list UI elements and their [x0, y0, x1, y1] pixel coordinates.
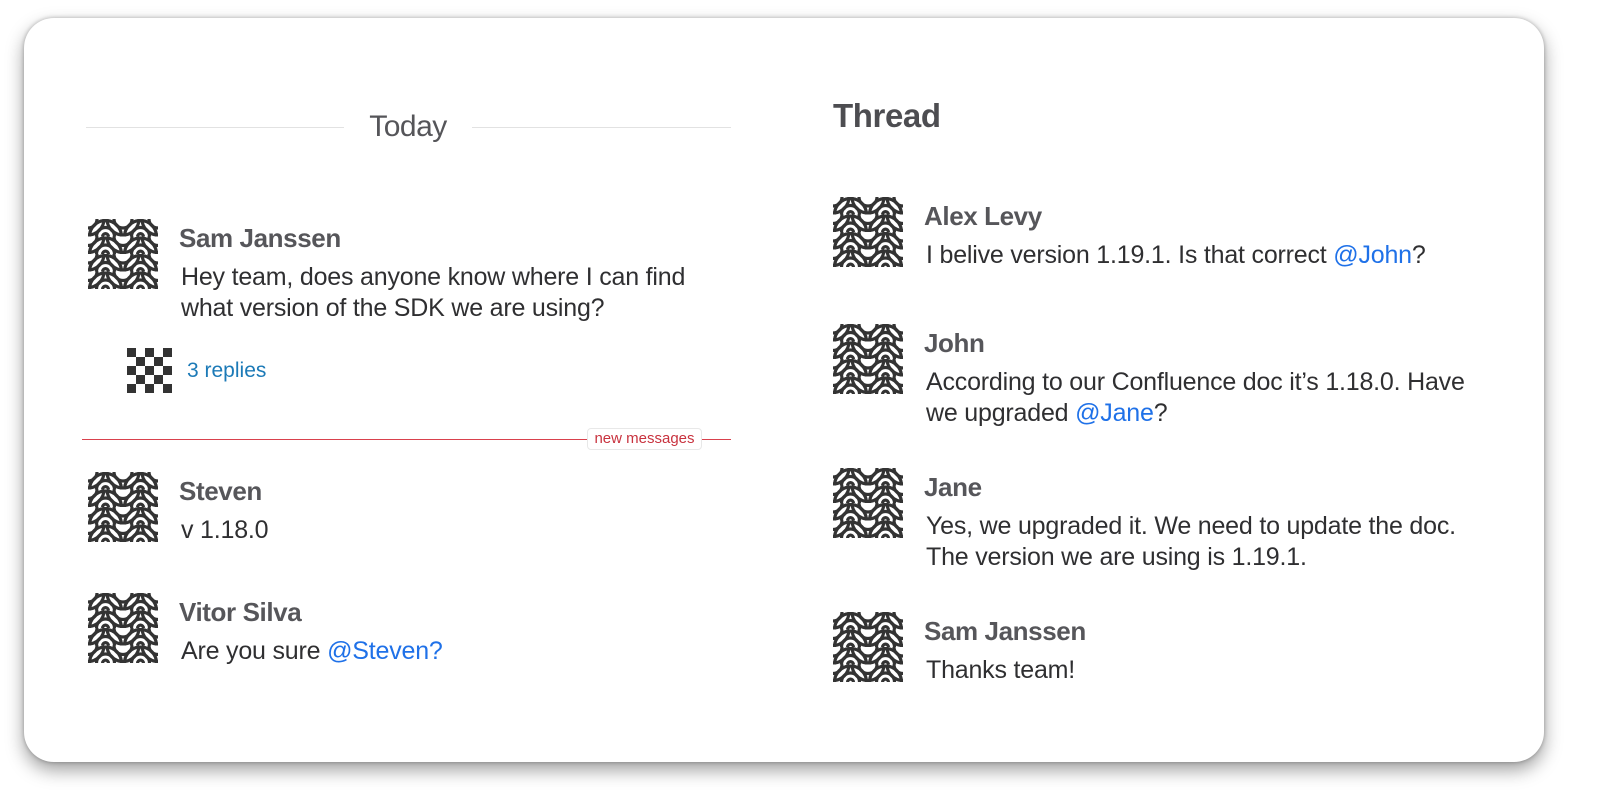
avatar[interactable]: [833, 324, 903, 394]
thread-message-sam-janssen: Sam Janssen Thanks team!: [833, 612, 1513, 692]
replies-link[interactable]: 3 replies: [187, 359, 266, 383]
message-text-line: Yes, we upgraded it. We need to update t…: [926, 512, 1456, 540]
message-text: Thanks team!: [926, 656, 1076, 684]
message-vitor-silva: Vitor Silva Are you sure @Steven?: [88, 593, 728, 673]
new-messages-badge: new messages: [587, 428, 702, 450]
message-text-line: Hey team, does anyone know where I can f…: [181, 263, 686, 291]
divider-line: [86, 127, 344, 128]
message-author[interactable]: Alex Levy: [924, 201, 1042, 232]
message-author[interactable]: Vitor Silva: [179, 597, 302, 628]
message-text: Hey team, does anyone know where I can f…: [181, 262, 685, 324]
avatar[interactable]: [88, 472, 158, 542]
message-sam-janssen: Sam Janssen Hey team, does anyone know w…: [88, 219, 728, 329]
checkerboard-avatar: [127, 348, 172, 393]
message-text: Yes, we upgraded it. We need to update t…: [926, 511, 1456, 573]
mention-link[interactable]: @John: [1333, 241, 1412, 269]
divider-line: [472, 127, 731, 128]
thread-message-alex-levy: Alex Levy I belive version 1.19.1. Is th…: [833, 197, 1513, 277]
new-messages-divider: new messages: [82, 428, 731, 450]
message-text: Are you sure @Steven?: [181, 636, 443, 667]
avatar[interactable]: [833, 612, 903, 682]
day-divider-label: Today: [369, 110, 447, 143]
message-text-segment: Are you sure: [181, 637, 328, 665]
message-text-line: According to our Confluence doc it’s 1.1…: [926, 368, 1465, 396]
message-author[interactable]: Sam Janssen: [179, 223, 341, 254]
message-text-segment: we upgraded: [926, 399, 1076, 427]
message-text-line: we upgraded @Jane?: [926, 398, 1465, 429]
message-text-segment: ?: [1411, 241, 1426, 269]
message-text-segment: I belive version 1.19.1. Is that correct: [926, 241, 1334, 269]
thread-message-jane: Jane Yes, we upgraded it. We need to upd…: [833, 468, 1513, 578]
mention-link[interactable]: @Jane: [1075, 399, 1154, 427]
message-text-line: what version of the SDK we are using?: [181, 294, 605, 322]
message-text-line: The version we are using is 1.19.1.: [926, 543, 1307, 571]
day-divider: Today: [86, 110, 731, 148]
message-author[interactable]: Steven: [179, 476, 262, 507]
avatar[interactable]: [833, 197, 903, 267]
message-author[interactable]: John: [924, 328, 985, 359]
divider-line: [702, 439, 731, 440]
thread-title: Thread: [833, 97, 941, 134]
message-text: I belive version 1.19.1. Is that correct…: [926, 240, 1426, 271]
message-text: v 1.18.0: [181, 516, 269, 544]
message-author[interactable]: Sam Janssen: [924, 616, 1086, 647]
message-steven: Steven v 1.18.0: [88, 472, 728, 552]
avatar[interactable]: [88, 593, 158, 663]
message-text-segment: ?: [1153, 399, 1168, 427]
avatar[interactable]: [833, 468, 903, 538]
message-author[interactable]: Jane: [924, 472, 982, 503]
message-text: According to our Confluence doc it’s 1.1…: [926, 367, 1465, 429]
avatar[interactable]: [88, 219, 158, 289]
divider-line: [82, 439, 587, 440]
thread-message-john: John According to our Confluence doc it’…: [833, 324, 1513, 434]
mention-link[interactable]: @Steven?: [327, 637, 443, 665]
